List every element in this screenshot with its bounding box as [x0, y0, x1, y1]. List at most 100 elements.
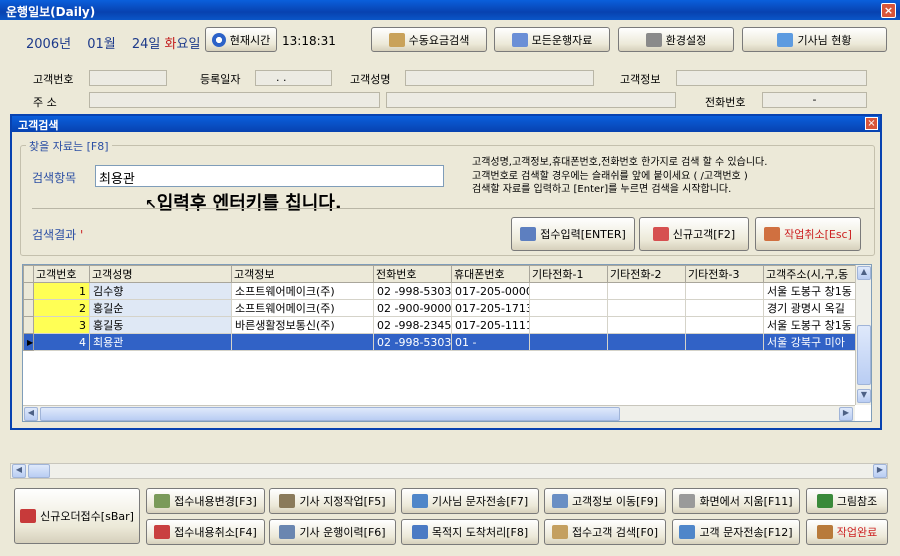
- col-header[interactable]: 기타전화-3: [685, 265, 764, 283]
- horizontal-scrollbar[interactable]: ◀ ▶: [23, 405, 855, 421]
- main-scroll-left-button[interactable]: ◀: [12, 464, 26, 478]
- current-time-button[interactable]: 현재시간: [205, 27, 277, 52]
- dialog-title: 고객검색: [18, 119, 59, 132]
- cell-e1: [529, 316, 608, 334]
- clear-screen-button[interactable]: 화면에서 지움[F11]: [672, 488, 800, 514]
- empty-row: [24, 351, 856, 366]
- cell-mobile: 017-205-1111: [451, 316, 530, 334]
- arrival-process-label: 목적지 도착처리[F8]: [431, 526, 529, 539]
- cell-info: 바른생활정보통신(주): [231, 316, 374, 334]
- address-field-2[interactable]: [386, 92, 676, 108]
- address-field-1[interactable]: [89, 92, 380, 108]
- new-order-label: 신규오더접수[sBar]: [40, 510, 134, 523]
- row-indicator: [23, 299, 34, 317]
- search-help-text: 고객성명,고객정보,휴대폰번호,전화번호 한가지로 검색 할 수 있습니다. 고…: [472, 156, 767, 197]
- main-scroll-thumb[interactable]: [28, 464, 50, 478]
- col-header[interactable]: 고객주소(시,구,동: [763, 265, 856, 283]
- scroll-left-button[interactable]: ◀: [24, 407, 38, 421]
- scroll-down-button[interactable]: ▼: [857, 389, 871, 403]
- cell-e2: [607, 299, 686, 317]
- phone-label: 전화번호: [705, 96, 746, 109]
- empty-cell: [24, 351, 856, 366]
- col-header[interactable]: 고객성명: [89, 265, 232, 283]
- hint-overlay-text: ↖입력후 엔터키를 칩니다.: [145, 189, 342, 215]
- result-label: 검색결과 ': [32, 226, 83, 243]
- driver-history-button[interactable]: 기사 운행이력[F6]: [269, 519, 396, 545]
- main-scroll-right-button[interactable]: ▶: [873, 464, 887, 478]
- window-close-button[interactable]: ×: [881, 3, 896, 18]
- row-indicator: [23, 282, 34, 300]
- cell-e3: [685, 333, 764, 351]
- new-order-button[interactable]: 신규오더접수[sBar]: [14, 488, 140, 544]
- customer-info-field[interactable]: [676, 70, 867, 86]
- search-group-label: 찾을 자료는 [F8]: [26, 138, 112, 154]
- weekday-unit: 요일: [176, 37, 201, 52]
- cell-mobile: 01 -: [451, 333, 530, 351]
- col-header[interactable]: 기타전화-1: [529, 265, 608, 283]
- edit-order-button[interactable]: 접수내용변경[F3]: [146, 488, 265, 514]
- window-title: 운행일보(Daily): [6, 5, 96, 19]
- col-header[interactable]: 기타전화-2: [607, 265, 686, 283]
- table-row[interactable]: 3 홍길동 바른생활정보통신(주) 02 -998-2345 017-205-1111 서…: [23, 316, 856, 334]
- search-item-label: 검색항목: [32, 171, 77, 185]
- col-header[interactable]: 전화번호: [373, 265, 452, 283]
- message-icon: [411, 494, 428, 508]
- cancel-doc-icon: [154, 525, 171, 539]
- move-customer-info-button[interactable]: 고객정보 이동[F9]: [544, 488, 666, 514]
- col-header[interactable]: 고객번호: [33, 265, 90, 283]
- driver-sms-button[interactable]: 기사님 문자전송[F7]: [401, 488, 539, 514]
- dialog-close-button[interactable]: ×: [865, 117, 878, 130]
- current-time-label: 현재시간: [229, 33, 271, 47]
- picture-ref-button[interactable]: 그림참조: [806, 488, 888, 514]
- new-order-icon: [20, 509, 37, 523]
- help-line-2: 고객번호로 검색할 경우에는 슬래쉬를 앞에 붙이세요 ( /고객번호 ): [472, 170, 748, 182]
- search-divider: [32, 208, 875, 209]
- new-badge-icon: [652, 227, 669, 241]
- cell-addr: 서울 강북구 미아: [763, 333, 856, 351]
- month-unit: 월: [103, 37, 116, 52]
- help-line-1: 고객성명,고객정보,휴대폰번호,전화번호 한가지로 검색 할 수 있습니다.: [472, 157, 768, 168]
- cancel-order-button[interactable]: 접수내용취소[F4]: [146, 519, 265, 545]
- list-icon: [520, 227, 537, 241]
- scroll-right-button[interactable]: ▶: [839, 407, 853, 421]
- table-row[interactable]: 2 홍길순 소프트웨어메이크(주) 02 -900-9000 017-205-1713 경…: [23, 299, 856, 317]
- dialog-titlebar: 고객검색: [12, 116, 880, 132]
- cancel-icon: [764, 227, 781, 241]
- cell-phone: 02 -998-2345: [373, 316, 452, 334]
- cancel-task-button[interactable]: 작업취소[Esc]: [755, 217, 861, 251]
- main-horizontal-scrollbar[interactable]: ◀ ▶: [10, 463, 888, 479]
- arrival-process-button[interactable]: 목적지 도착처리[F8]: [401, 519, 539, 545]
- cell-addr: 서울 도봉구 창1동: [763, 316, 856, 334]
- cell-e3: [685, 282, 764, 300]
- new-customer-button[interactable]: 신규고객[F2]: [639, 217, 749, 251]
- accept-button[interactable]: 접수입력[ENTER]: [511, 217, 635, 251]
- search-customer-button[interactable]: 접수고객 검색[F0]: [544, 519, 666, 545]
- cell-mobile: 017-205-1713: [451, 299, 530, 317]
- phone-field[interactable]: -: [762, 92, 867, 108]
- customer-sms-button[interactable]: 고객 문자전송[F12]: [672, 519, 800, 545]
- table-row[interactable]: ▶ 4 최용관 02 -998-5303 01 - 서울 강북구 미아: [23, 333, 856, 351]
- scroll-up-button[interactable]: ▲: [857, 266, 871, 280]
- complete-task-button[interactable]: 작업완료: [806, 519, 888, 545]
- destination-icon: [411, 525, 428, 539]
- driver-status-button[interactable]: 기사님 현황: [742, 27, 887, 52]
- customer-name-field[interactable]: [405, 70, 594, 86]
- vertical-scrollbar[interactable]: ▲ ▼: [855, 265, 871, 405]
- reg-date-field[interactable]: . .: [255, 70, 332, 86]
- settings-button[interactable]: 환경설정: [618, 27, 734, 52]
- search-input[interactable]: 최용관: [95, 165, 444, 187]
- col-header[interactable]: 휴대폰번호: [451, 265, 530, 283]
- accept-label: 접수입력[ENTER]: [540, 228, 626, 241]
- h-scroll-thumb[interactable]: [40, 407, 620, 421]
- cell-info: 소프트웨어메이크(주): [231, 282, 374, 300]
- scroll-thumb[interactable]: [857, 325, 871, 385]
- customer-no-field[interactable]: [89, 70, 167, 86]
- cell-e3: [685, 299, 764, 317]
- manual-fare-search-button[interactable]: 수동요금검색: [371, 27, 487, 52]
- table-row[interactable]: 1 김수향 소프트웨어메이크(주) 02 -998-5303 017-205-0000 서…: [23, 282, 856, 300]
- assign-driver-button[interactable]: 기사 지정작업[F5]: [269, 488, 396, 514]
- cell-mobile: 017-205-0000: [451, 282, 530, 300]
- col-header[interactable]: 고객정보: [231, 265, 374, 283]
- all-trip-data-button[interactable]: 모든운행자료: [494, 27, 610, 52]
- customer-no-label: 고객번호: [33, 73, 74, 86]
